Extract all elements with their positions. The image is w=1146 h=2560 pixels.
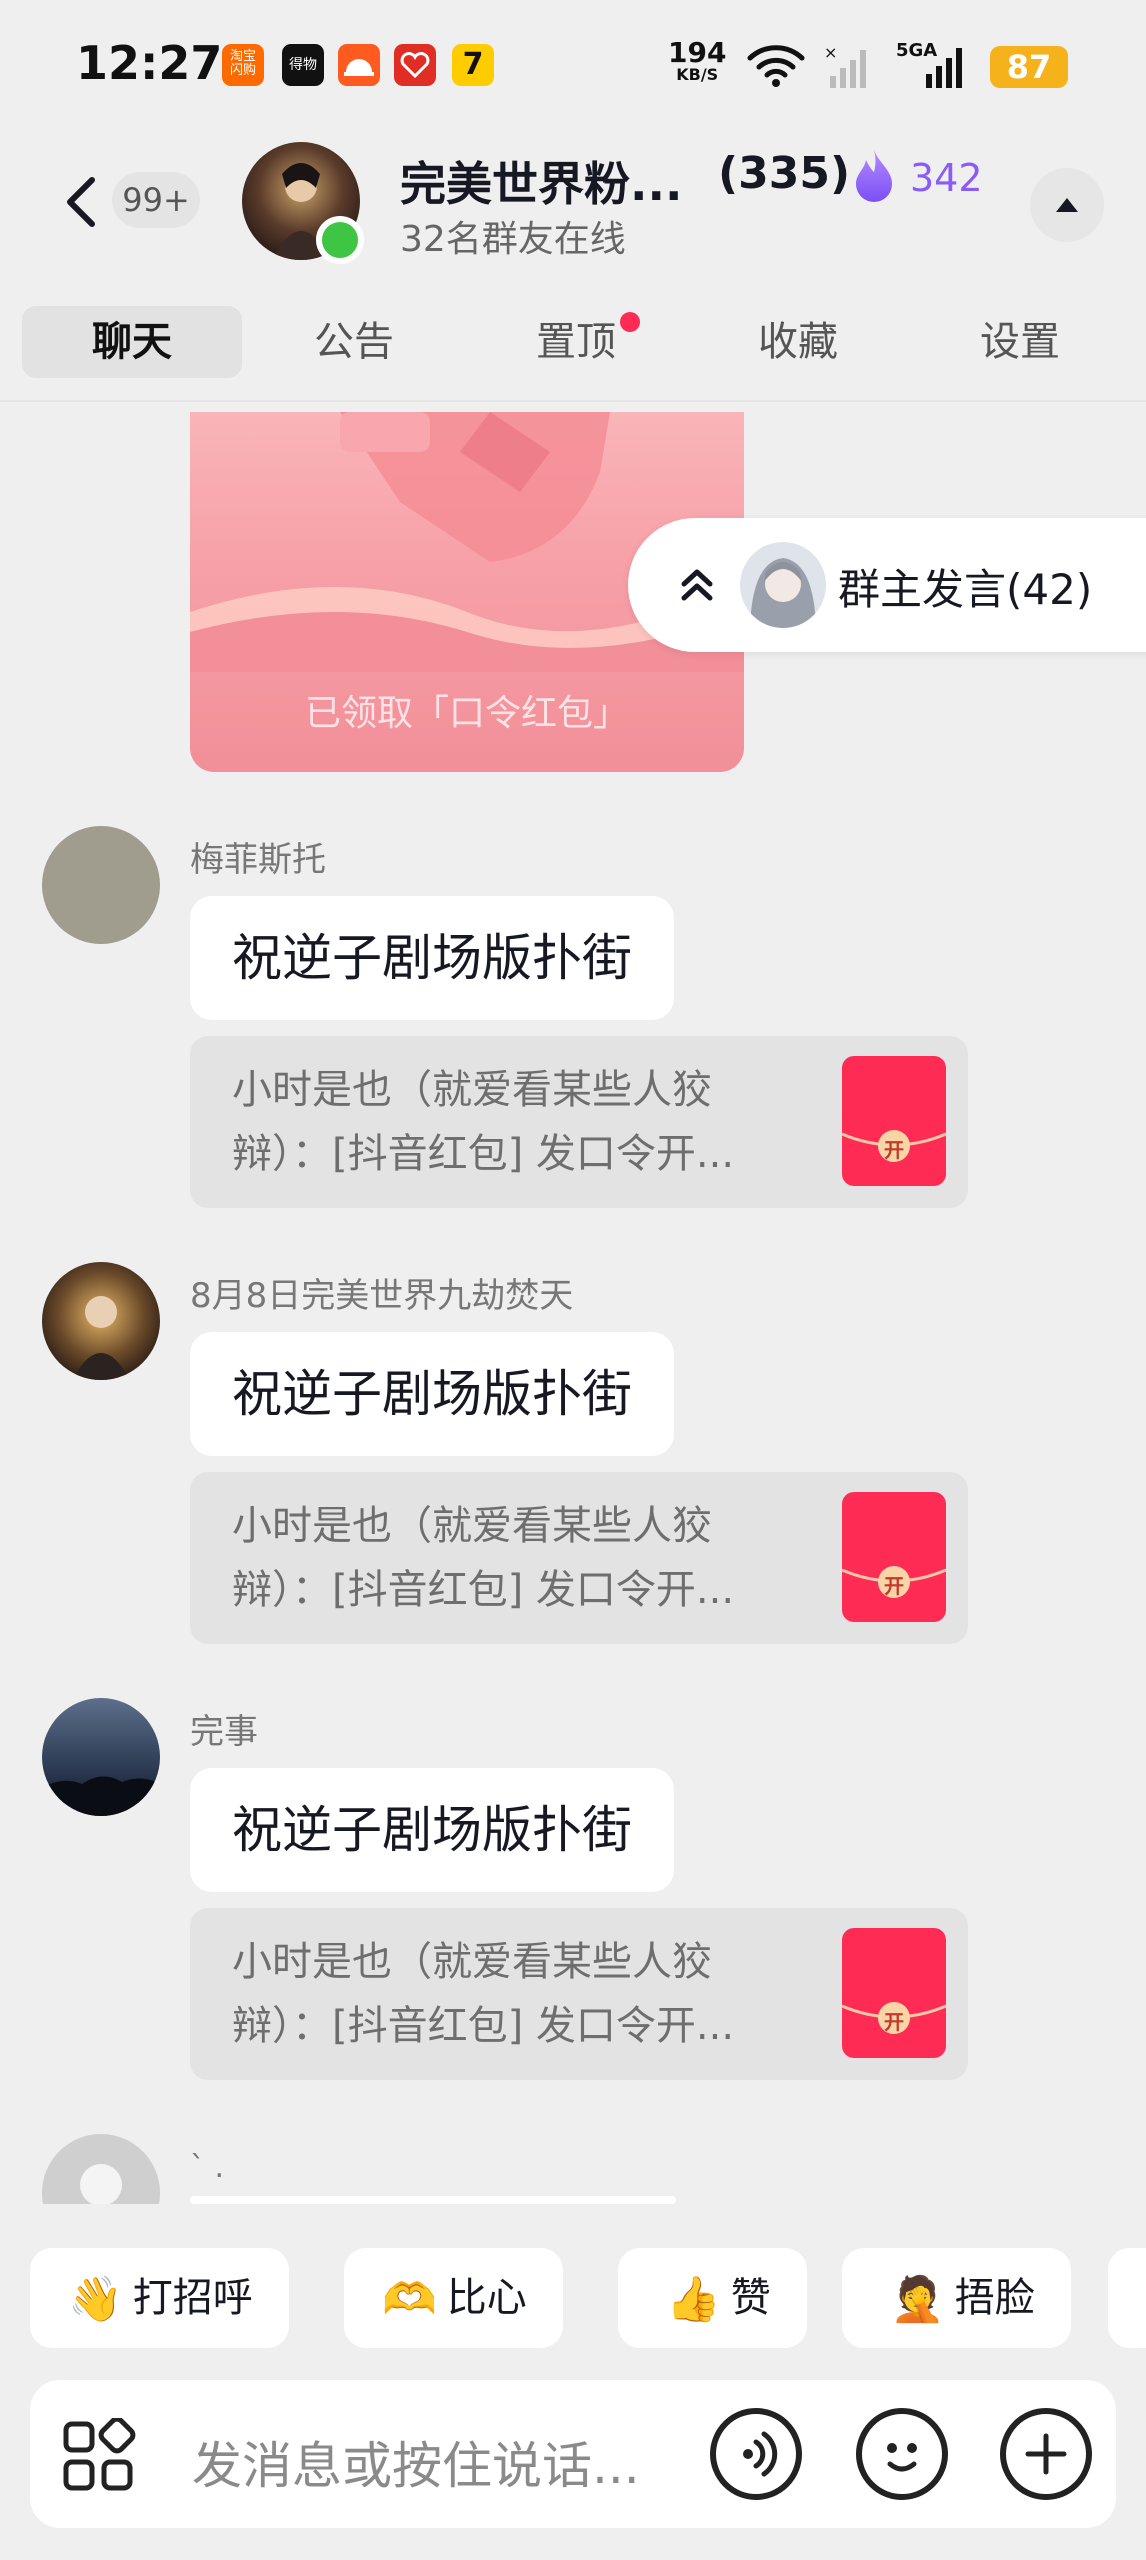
wifi-icon [747,45,805,87]
collapse-button[interactable] [1030,168,1104,242]
taobao-flash-icon: 淘宝 闪购 [222,44,264,86]
message-input-bar: 发消息或按住说话... [30,2380,1116,2528]
smiley-icon [887,2443,917,2472]
network-speed-unit: KB/S [676,65,719,84]
quoted-text-line: 小时是也（就爱看某些人狡 [232,1939,712,1985]
app-icon-orange [338,44,380,86]
red-packet-thumbnail[interactable]: 开 [842,1056,946,1186]
tab-pinned[interactable]: 置顶 [466,306,686,378]
online-status-dot [316,216,364,264]
sender-name: 8月8日完美世界九劫焚天 [190,1276,574,1316]
partial-message-bubble [190,2196,676,2204]
facepalm-emoji-icon: 🤦 [890,2274,945,2325]
wave-emoji-icon: 👋 [68,2274,123,2325]
emoji-button[interactable] [856,2408,948,2500]
red-packet-thumbnail[interactable]: 开 [842,1928,946,2058]
member-count[interactable]: (335) [718,148,850,199]
quoted-text-line: 辩）：[抖音红包] 发口令开... [232,2003,735,2049]
quick-reply-like[interactable]: 👍 赞 [618,2248,807,2348]
signal-2-icon [926,48,962,88]
heart-hands-emoji-icon: 🫶 [382,2274,437,2325]
voice-button[interactable] [710,2408,802,2500]
thumbs-up-emoji-icon: 👍 [666,2274,721,2325]
svg-text:×: × [824,44,837,62]
tab-settings[interactable]: 设置 [910,306,1130,378]
apps-grid-icon[interactable] [60,2418,136,2494]
red-packet-claimed-text: 已领取「口令红包」 [304,693,629,734]
quoted-message[interactable]: 小时是也（就爱看某些人狡 辩）：[抖音红包] 发口令开... 开 [190,1036,968,1208]
flame-icon [856,150,892,202]
quick-reply-label: 捂脸 [954,2275,1035,2321]
quoted-text: 小时是也（就爱看某些人狡 辩）：[抖音红包] 发口令开... [232,1930,792,2058]
owner-speech-label[interactable]: 群主发言(42) [838,556,1092,617]
quoted-message[interactable]: 小时是也（就爱看某些人狡 辩）：[抖音红包] 发口令开... 开 [190,1472,968,1644]
app-icon-yellow: 7 [452,44,494,86]
quoted-text-line: 辩）：[抖音红包] 发口令开... [232,1567,735,1613]
add-button[interactable] [1000,2408,1092,2500]
sender-avatar[interactable] [42,1698,160,1816]
quick-reply-bar: 👋 打招呼 🫶 比心 👍 赞 🤦 捂脸 [0,2226,1146,2358]
battery-indicator: 87 [990,46,1068,88]
quick-reply-heart[interactable]: 🫶 比心 [344,2248,563,2348]
sender-avatar[interactable] [42,1262,160,1380]
signal-1-icon: × [824,44,866,88]
open-label: 开 [884,1574,904,1598]
open-label: 开 [884,2010,904,2034]
partial-sender-avatar[interactable] [42,2134,160,2204]
owner-avatar [740,542,826,628]
unread-badge[interactable]: 99+ [112,172,200,228]
quick-reply-wave[interactable]: 👋 打招呼 [30,2248,289,2348]
quoted-message[interactable]: 小时是也（就爱看某些人狡 辩）：[抖音红包] 发口令开... 开 [190,1908,968,2080]
message-input[interactable]: 发消息或按住说话... [192,2426,640,2498]
status-time: 12:27 [76,36,223,90]
quoted-text-line: 小时是也（就爱看某些人狡 [232,1503,712,1549]
red-packet-icon [842,1130,946,1162]
online-members-text: 32名群友在线 [400,219,626,260]
pinduoduo-icon [394,44,436,86]
tab-favorites[interactable]: 收藏 [688,306,908,378]
sender-avatar[interactable] [42,826,160,944]
quick-reply-more[interactable] [1108,2248,1146,2348]
message-bubble[interactable]: 祝逆子剧场版扑街 [190,896,674,1020]
red-packet-thumbnail[interactable]: 开 [842,1492,946,1622]
pinned-notification-dot [620,312,640,332]
triangle-up-icon [1056,198,1078,212]
group-title[interactable]: 完美世界粉... [400,148,682,214]
quick-reply-label: 比心 [446,2275,527,2321]
voice-wave-icon [743,2431,778,2477]
network-speed: 194 KB/S [668,39,726,84]
quick-reply-facepalm[interactable]: 🤦 捂脸 [842,2248,1071,2348]
quoted-text-line: 小时是也（就爱看某些人狡 [232,1067,712,1113]
fire-count: 342 [910,156,983,200]
double-chevron-up-icon [681,569,713,601]
quick-reply-label: 赞 [730,2275,771,2321]
red-packet-icon [842,1566,946,1598]
tab-divider [0,400,1146,402]
message-bubble[interactable]: 祝逆子剧场版扑街 [190,1332,674,1456]
dewu-icon: 得物 [282,44,324,86]
status-bar: 12:27 淘宝 闪购 得物 7 194 KB/S × 5GA 87 [0,0,1146,140]
red-packet-icon [842,2002,946,2034]
quoted-text: 小时是也（就爱看某些人狡 辩）：[抖音红包] 发口令开... [232,1058,792,1186]
tab-announcement[interactable]: 公告 [244,306,464,378]
tab-chat[interactable]: 聊天 [22,306,242,378]
sender-name: 梅菲斯托 [190,840,326,880]
back-arrow-icon[interactable] [58,172,108,232]
sender-name: 完事 [190,1712,258,1752]
plus-icon [1025,2433,1067,2475]
quoted-text-line: 辩）：[抖音红包] 发口令开... [232,1131,735,1177]
quick-reply-label: 打招呼 [132,2275,253,2321]
open-label: 开 [884,1138,904,1162]
message-bubble[interactable]: 祝逆子剧场版扑街 [190,1768,674,1892]
partial-sender-name: ` . [190,2150,225,2185]
quoted-text: 小时是也（就爱看某些人狡 辩）：[抖音红包] 发口令开... [232,1494,792,1622]
